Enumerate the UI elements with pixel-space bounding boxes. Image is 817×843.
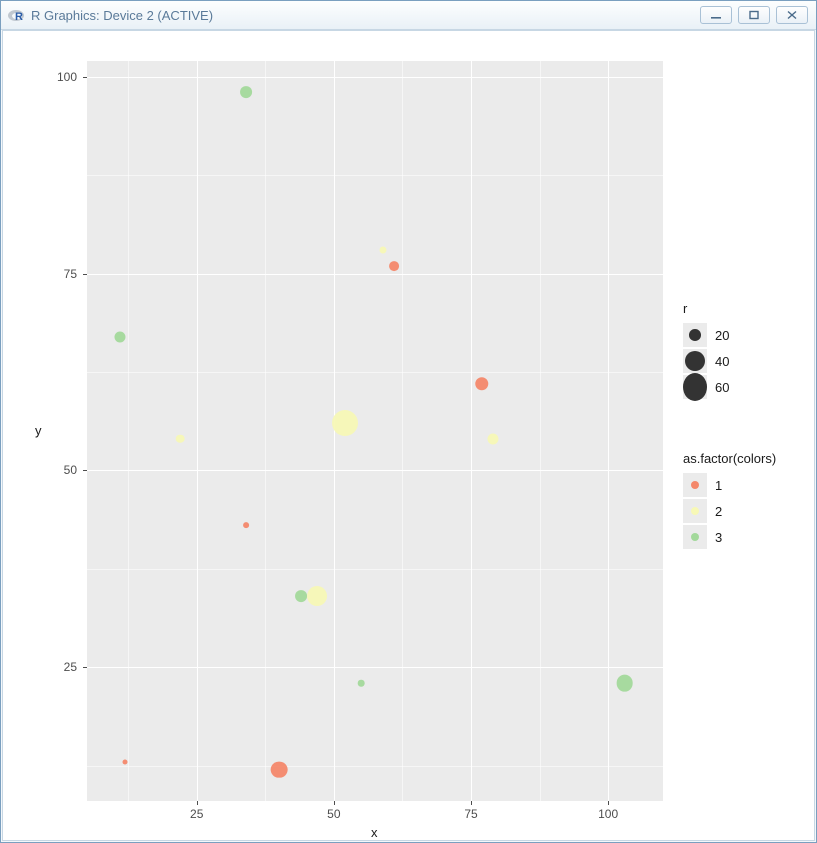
gridline-minor: [265, 61, 266, 801]
data-point: [380, 246, 387, 253]
x-tick-label: 25: [190, 807, 203, 821]
app-window: R R Graphics: Device 2 (ACTIVE) x y: [0, 0, 817, 843]
data-point: [295, 590, 307, 602]
size-legend: r 20 40 60: [683, 301, 729, 400]
legend-color-dot: [691, 533, 699, 541]
legend-label: 3: [715, 530, 722, 545]
y-tick-mark: [83, 470, 87, 471]
legend-label: 40: [715, 354, 729, 369]
data-point: [240, 87, 252, 99]
data-point: [475, 377, 488, 390]
close-icon: [785, 10, 799, 20]
y-tick-mark: [83, 667, 87, 668]
y-tick-label: 100: [57, 70, 77, 84]
data-point: [307, 586, 327, 606]
size-legend-title: r: [683, 301, 729, 316]
data-point: [332, 410, 358, 436]
data-point: [487, 433, 498, 444]
size-legend-item: 60: [683, 374, 729, 400]
gridline-major: [471, 61, 472, 801]
color-legend-item: 1: [683, 472, 776, 498]
y-tick-label: 50: [64, 463, 77, 477]
gridline-major: [87, 667, 663, 668]
data-point: [243, 523, 249, 529]
minimize-icon: [709, 10, 723, 20]
x-tick-label: 50: [327, 807, 340, 821]
x-tick-mark: [334, 801, 335, 805]
color-legend-item: 2: [683, 498, 776, 524]
gridline-major: [87, 77, 663, 78]
legend-size-dot: [683, 373, 707, 401]
svg-text:R: R: [15, 11, 23, 23]
maximize-button[interactable]: [738, 6, 770, 24]
data-point: [389, 261, 399, 271]
x-tick-mark: [197, 801, 198, 805]
size-legend-item: 20: [683, 322, 729, 348]
gridline-minor: [128, 61, 129, 801]
minimize-button[interactable]: [700, 6, 732, 24]
gridline-major: [87, 470, 663, 471]
legend-key: [683, 349, 707, 373]
color-legend-title: as.factor(colors): [683, 451, 776, 466]
plot-device: x y r 20 40 60 as.factor(colors) 1 2 3 25 50 7…: [2, 30, 815, 841]
color-legend-item: 3: [683, 524, 776, 550]
gridline-minor: [87, 175, 663, 176]
gridline-minor: [402, 61, 403, 801]
size-legend-item: 40: [683, 348, 729, 374]
close-button[interactable]: [776, 6, 808, 24]
data-point: [176, 435, 185, 444]
r-logo-icon: R: [7, 6, 25, 24]
x-tick-label: 75: [464, 807, 477, 821]
legend-color-dot: [691, 507, 699, 515]
y-tick-label: 75: [64, 267, 77, 281]
legend-size-dot: [689, 329, 701, 341]
data-point: [616, 675, 633, 692]
window-controls: [700, 6, 808, 24]
color-legend: as.factor(colors) 1 2 3: [683, 451, 776, 550]
titlebar: R R Graphics: Device 2 (ACTIVE): [1, 1, 816, 30]
legend-label: 2: [715, 504, 722, 519]
data-point: [123, 759, 128, 764]
data-point: [271, 761, 288, 778]
y-tick-mark: [83, 77, 87, 78]
y-tick-mark: [83, 274, 87, 275]
legend-key: [683, 473, 707, 497]
legend-label: 60: [715, 380, 729, 395]
legend-key: [683, 499, 707, 523]
legend-key: [683, 525, 707, 549]
legend-size-dot: [685, 351, 705, 371]
legend-key: [683, 323, 707, 347]
x-tick-mark: [608, 801, 609, 805]
gridline-major: [87, 274, 663, 275]
data-point: [358, 680, 365, 687]
x-axis-title: x: [371, 825, 378, 840]
x-tick-mark: [471, 801, 472, 805]
plot-panel: [87, 61, 663, 801]
y-axis-title: y: [35, 423, 42, 438]
maximize-icon: [747, 10, 761, 20]
gridline-minor: [87, 766, 663, 767]
window-title: R Graphics: Device 2 (ACTIVE): [31, 8, 213, 23]
x-tick-label: 100: [598, 807, 618, 821]
gridline-major: [608, 61, 609, 801]
gridline-major: [197, 61, 198, 801]
y-tick-label: 25: [64, 660, 77, 674]
plot-area: x y r 20 40 60 as.factor(colors) 1 2 3 25 50 7…: [3, 31, 814, 840]
gridline-minor: [87, 569, 663, 570]
gridline-minor: [87, 372, 663, 373]
data-point: [114, 331, 125, 342]
legend-label: 20: [715, 328, 729, 343]
gridline-minor: [540, 61, 541, 801]
legend-color-dot: [691, 481, 699, 489]
legend-key: [683, 375, 707, 399]
legend-label: 1: [715, 478, 722, 493]
